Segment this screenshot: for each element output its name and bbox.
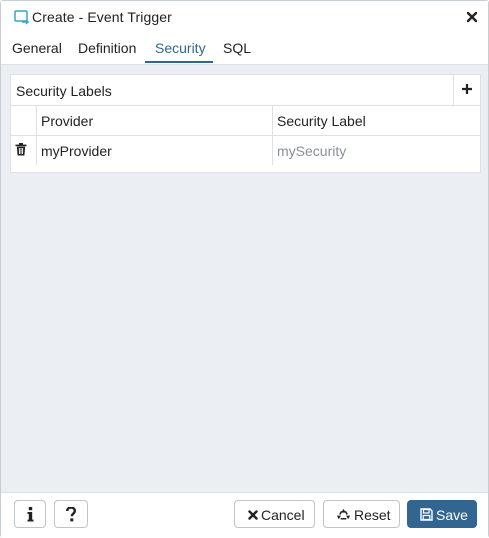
- reset-button[interactable]: Reset: [323, 500, 400, 528]
- security-labels-panel: Security Labels Provider Security Label: [10, 74, 481, 173]
- column-header-provider: Provider: [37, 106, 273, 135]
- tab-sql[interactable]: SQL: [223, 40, 251, 63]
- recycle-icon: [336, 508, 351, 520]
- info-button[interactable]: [14, 500, 46, 528]
- active-tab-indicator: [145, 61, 213, 63]
- dialog-titlebar[interactable]: Create - Event Trigger: [1, 1, 488, 33]
- security-labels-title: Security Labels: [16, 83, 112, 99]
- row-actions-cell: [11, 136, 37, 165]
- trash-icon[interactable]: [15, 143, 27, 159]
- info-icon: [27, 507, 34, 522]
- table-header-spacer: [11, 106, 37, 135]
- tab-definition[interactable]: Definition: [78, 40, 136, 63]
- add-security-label-button[interactable]: [453, 75, 480, 105]
- save-button[interactable]: Save: [407, 500, 477, 528]
- table-row: myProvider mySecurity: [11, 136, 480, 165]
- save-icon: [420, 508, 433, 521]
- security-label-value: mySecurity: [277, 143, 347, 159]
- table-header-row: Provider Security Label: [11, 106, 480, 136]
- tab-general[interactable]: General: [12, 40, 62, 63]
- security-label-cell[interactable]: mySecurity: [273, 136, 480, 165]
- provider-cell[interactable]: myProvider: [37, 136, 273, 165]
- reset-label: Reset: [354, 507, 391, 523]
- column-header-security-label: Security Label: [277, 113, 366, 129]
- tab-content: Security Labels Provider Security Label: [1, 65, 488, 492]
- help-button[interactable]: [54, 500, 88, 528]
- tab-bar: General Definition Security SQL: [1, 33, 488, 65]
- dialog-footer: Cancel Reset Save: [1, 492, 488, 538]
- create-event-trigger-dialog: Create - Event Trigger General Definitio…: [0, 0, 489, 538]
- cancel-label: Cancel: [261, 507, 305, 523]
- provider-value: myProvider: [41, 143, 112, 159]
- plus-icon: [462, 84, 472, 94]
- question-icon: [66, 507, 76, 522]
- security-labels-header: Security Labels: [11, 75, 480, 106]
- tab-security[interactable]: Security: [155, 40, 206, 63]
- dialog-title: Create - Event Trigger: [32, 9, 172, 25]
- cancel-button[interactable]: Cancel: [234, 500, 315, 528]
- event-trigger-icon: [14, 10, 30, 25]
- save-label: Save: [436, 507, 468, 523]
- close-icon[interactable]: [465, 10, 479, 24]
- close-icon: [248, 510, 258, 520]
